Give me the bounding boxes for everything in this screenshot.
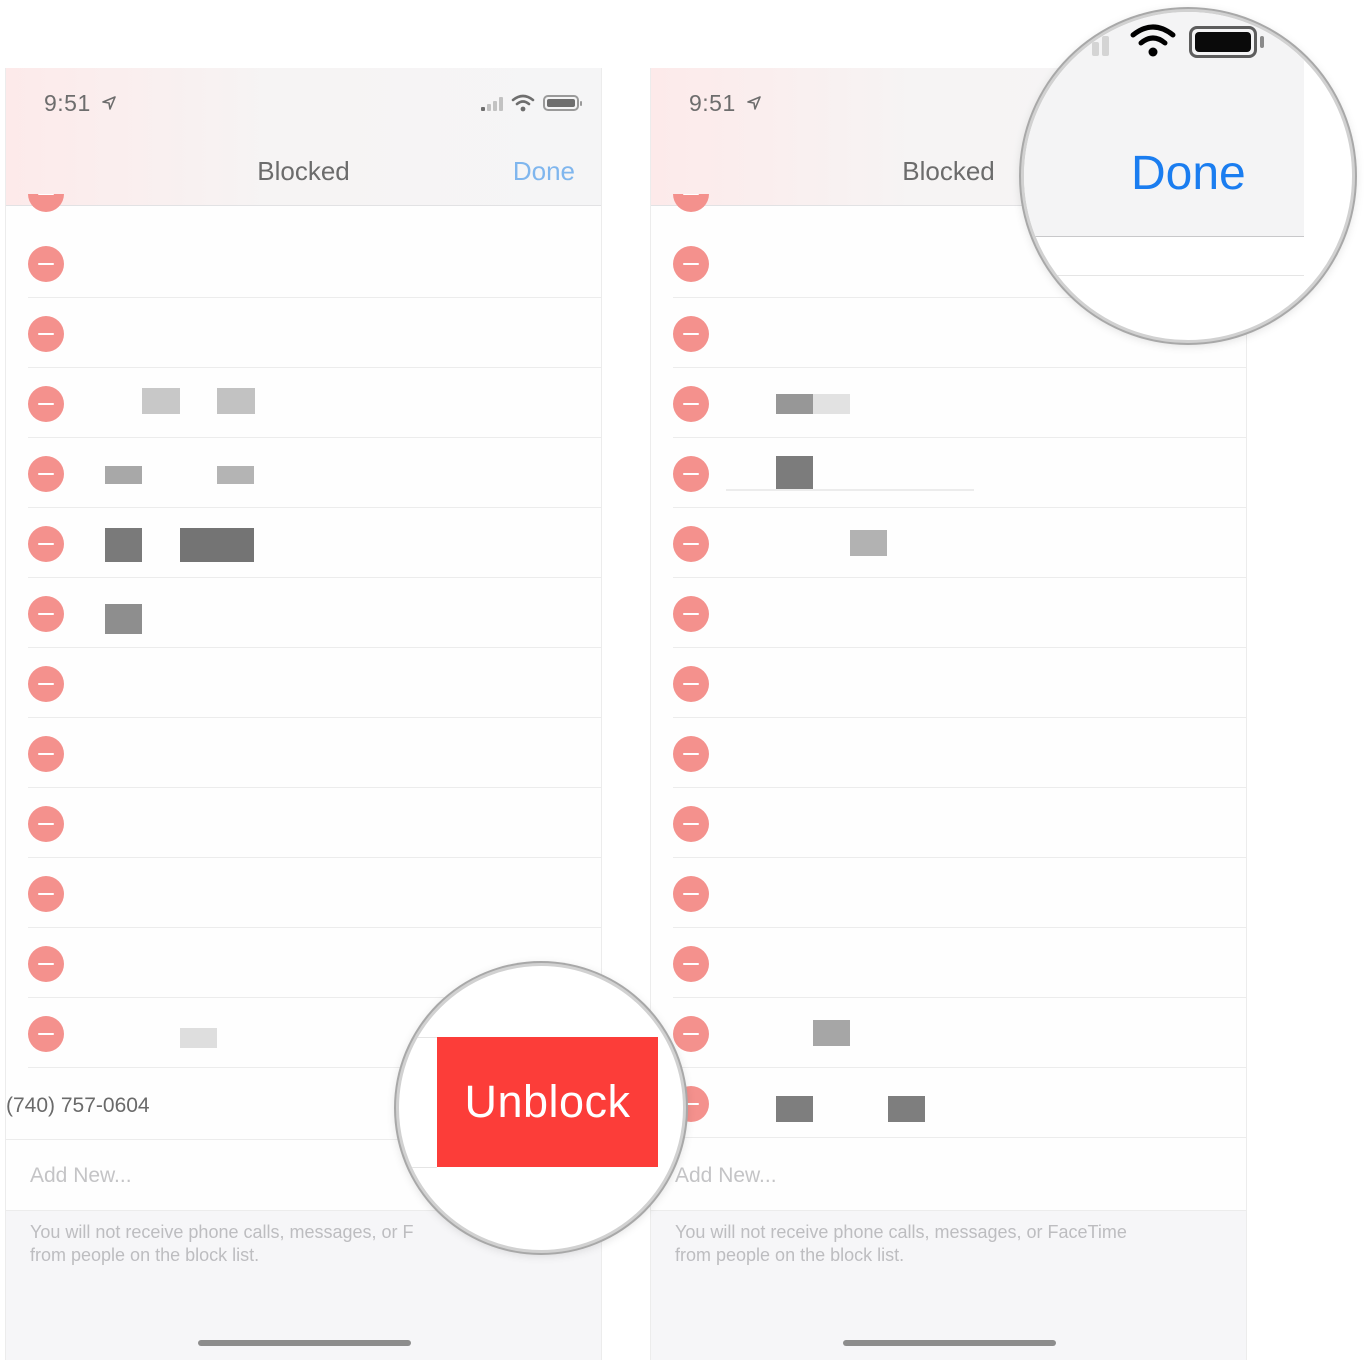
unblock-button[interactable]: Unblock xyxy=(437,1037,658,1167)
redacted-text xyxy=(142,388,180,414)
minus-circle-icon[interactable] xyxy=(28,666,64,702)
footer-note: You will not receive phone calls, messag… xyxy=(675,1221,1215,1267)
minus-circle-icon[interactable] xyxy=(673,194,709,212)
list-item xyxy=(28,578,601,648)
minus-circle-icon[interactable] xyxy=(28,386,64,422)
page-title: Blocked xyxy=(257,156,350,186)
minus-circle-icon[interactable] xyxy=(28,246,64,282)
redacted-text xyxy=(776,1096,813,1122)
list-item xyxy=(673,438,1246,508)
minus-circle-icon[interactable] xyxy=(28,1016,64,1052)
minus-circle-icon[interactable] xyxy=(673,876,709,912)
done-button-zoomed[interactable]: Done xyxy=(1131,146,1246,201)
redacted-text xyxy=(888,1096,925,1122)
blocked-number: (740) 757-0604 xyxy=(6,1094,150,1117)
redacted-text xyxy=(813,394,850,414)
minus-circle-icon[interactable] xyxy=(673,596,709,632)
minus-circle-icon[interactable] xyxy=(673,386,709,422)
minus-circle-icon[interactable] xyxy=(28,946,64,982)
footer-note-line2: from people on the block list. xyxy=(30,1245,260,1265)
minus-circle-icon[interactable] xyxy=(673,456,709,492)
list-item xyxy=(28,438,601,508)
list-item xyxy=(673,578,1246,648)
divider xyxy=(1024,275,1304,276)
status-icons xyxy=(481,94,582,112)
list-item xyxy=(28,508,601,578)
redacted-text xyxy=(105,466,142,484)
minus-circle-icon[interactable] xyxy=(28,316,64,352)
navigation-bar: 9:51 Blocked Done xyxy=(6,68,601,206)
location-arrow-icon xyxy=(101,96,116,110)
redacted-text xyxy=(105,528,142,562)
redacted-text xyxy=(776,456,813,490)
status-time: 9:51 xyxy=(689,90,761,117)
location-arrow-icon xyxy=(746,96,761,110)
minus-circle-icon[interactable] xyxy=(28,596,64,632)
minus-circle-icon[interactable] xyxy=(673,806,709,842)
footer-note-line1: You will not receive phone calls, messag… xyxy=(675,1222,1127,1242)
redacted-text xyxy=(217,388,255,414)
minus-circle-icon[interactable] xyxy=(28,806,64,842)
minus-circle-icon[interactable] xyxy=(28,736,64,772)
list-item xyxy=(28,858,601,928)
done-button[interactable]: Done xyxy=(513,156,575,187)
redacted-text xyxy=(850,530,887,556)
minus-circle-icon[interactable] xyxy=(673,666,709,702)
status-time: 9:51 xyxy=(44,90,116,117)
add-new-label: Add New... xyxy=(675,1164,777,1187)
list-item xyxy=(673,858,1246,928)
list-item xyxy=(673,998,1246,1068)
minus-circle-icon[interactable] xyxy=(673,946,709,982)
battery-icon xyxy=(543,95,582,111)
list-item xyxy=(673,508,1246,578)
list-item xyxy=(673,648,1246,718)
battery-icon xyxy=(1189,26,1257,58)
minus-circle-icon[interactable] xyxy=(28,194,64,212)
signal-icon xyxy=(1092,36,1109,56)
list-item xyxy=(673,1068,1246,1138)
list-item xyxy=(28,648,601,718)
list-item xyxy=(28,788,601,858)
minus-circle-icon[interactable] xyxy=(28,876,64,912)
signal-icon xyxy=(481,95,503,111)
redacted-text xyxy=(105,604,142,634)
home-indicator[interactable] xyxy=(843,1340,1056,1346)
zoom-bubble-unblock: Unblock xyxy=(396,963,686,1253)
redacted-text xyxy=(180,528,254,562)
list-item xyxy=(673,928,1246,998)
add-new-button[interactable]: Add New... xyxy=(651,1140,1246,1210)
list-item xyxy=(28,298,601,368)
status-time-label: 9:51 xyxy=(689,90,736,116)
list-item xyxy=(28,368,601,438)
add-new-label: Add New... xyxy=(30,1164,132,1187)
divider xyxy=(399,1037,437,1038)
zoomed-navigation-bar: Done xyxy=(1024,12,1304,237)
list-item xyxy=(673,718,1246,788)
redacted-text xyxy=(726,489,974,491)
redacted-text xyxy=(813,1020,850,1046)
redacted-text xyxy=(217,466,254,484)
list-item xyxy=(673,788,1246,858)
minus-circle-icon[interactable] xyxy=(673,316,709,352)
minus-circle-icon[interactable] xyxy=(673,246,709,282)
minus-circle-icon[interactable] xyxy=(673,736,709,772)
redacted-text xyxy=(776,394,813,414)
minus-circle-icon[interactable] xyxy=(673,526,709,562)
list-item xyxy=(28,228,601,298)
status-time-label: 9:51 xyxy=(44,90,91,116)
list-item xyxy=(28,718,601,788)
minus-circle-icon[interactable] xyxy=(28,526,64,562)
home-indicator[interactable] xyxy=(198,1340,411,1346)
footer-note-line2: from people on the block list. xyxy=(675,1245,905,1265)
redacted-text xyxy=(180,1028,217,1048)
wifi-icon xyxy=(511,94,535,112)
wifi-icon xyxy=(1130,24,1176,57)
minus-circle-icon[interactable] xyxy=(28,456,64,492)
footer-section: You will not receive phone calls, messag… xyxy=(651,1210,1246,1360)
divider xyxy=(399,1167,437,1168)
minus-circle-icon[interactable] xyxy=(673,1016,709,1052)
battery-tip xyxy=(1260,36,1264,48)
zoom-bubble-done: Done xyxy=(1021,9,1355,343)
list-item xyxy=(673,368,1246,438)
